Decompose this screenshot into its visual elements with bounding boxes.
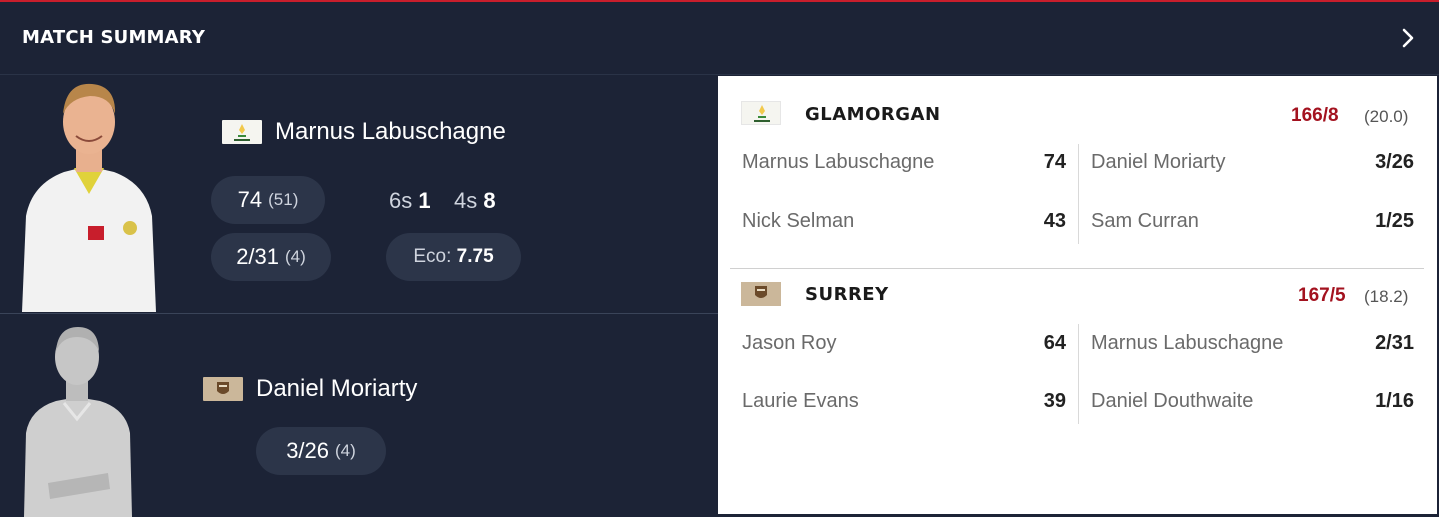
fours-value: 8 <box>483 188 496 213</box>
bowling-figures-pill: 3/26 (4) <box>256 427 386 475</box>
bowling-figures: 3/26 <box>286 438 330 463</box>
economy-value: 7.75 <box>456 246 494 267</box>
batter-runs: 39 <box>1043 390 1066 412</box>
player-divider <box>0 313 718 314</box>
glamorgan-flag-icon <box>222 120 262 144</box>
sixes-stat: 6s 1 <box>389 188 431 214</box>
batter-name[interactable]: Laurie Evans <box>742 390 859 413</box>
bowling-figures-pill: 2/31 (4) <box>211 233 331 281</box>
team-overs: (18.2) <box>1364 287 1409 306</box>
surrey-flag-icon <box>741 282 781 306</box>
team-score: 167/5 <box>1298 285 1346 306</box>
economy-pill: Eco: 7.75 <box>386 233 521 281</box>
batter-name[interactable]: Jason Roy <box>742 332 837 355</box>
bowling-overs: (4) <box>285 247 306 266</box>
header-title: MATCH SUMMARY <box>22 27 206 48</box>
match-summary-header[interactable]: MATCH SUMMARY <box>0 2 1439 75</box>
bowler-figures: 2/31 <box>1375 332 1414 354</box>
batter-runs: 64 <box>1043 332 1066 354</box>
player-photo <box>22 83 156 312</box>
bowler-name[interactable]: Daniel Douthwaite <box>1091 390 1253 413</box>
glamorgan-flag-icon <box>741 101 781 125</box>
sixes-label: 6s <box>389 188 413 213</box>
economy-label: Eco: <box>413 246 452 267</box>
bowler-name[interactable]: Daniel Moriarty <box>1091 151 1225 174</box>
team-name[interactable]: GLAMORGAN <box>805 104 941 125</box>
batting-runs: 74 <box>237 187 263 212</box>
batter-runs: 74 <box>1043 151 1066 173</box>
bowling-figures: 2/31 <box>236 244 280 269</box>
player-highlights-panel: Marnus Labuschagne 74 (51) 6s 1 4s 8 2/31… <box>0 76 718 517</box>
column-divider <box>1078 324 1079 424</box>
player-name[interactable]: Marnus Labuschagne <box>275 118 506 146</box>
team-name[interactable]: SURREY <box>805 284 889 305</box>
bowler-name[interactable]: Sam Curran <box>1091 210 1199 233</box>
surrey-flag-icon <box>203 377 243 401</box>
team-score: 166/8 <box>1291 105 1339 126</box>
bowler-figures: 1/16 <box>1375 390 1414 412</box>
player-name[interactable]: Daniel Moriarty <box>256 375 417 403</box>
player-silhouette <box>24 327 132 517</box>
fours-stat: 4s 8 <box>454 188 496 214</box>
bowler-figures: 3/26 <box>1375 151 1414 173</box>
bowling-overs: (4) <box>335 441 356 460</box>
scorecard-panel: GLAMORGAN 166/8 (20.0) Marnus Labuschagn… <box>718 76 1437 514</box>
batting-balls: (51) <box>268 190 299 209</box>
team-divider <box>730 268 1424 269</box>
fours-label: 4s <box>454 188 478 213</box>
batting-figures-pill: 74 (51) <box>211 176 325 224</box>
team-overs: (20.0) <box>1364 107 1409 126</box>
sixes-value: 1 <box>418 188 431 213</box>
bowler-name[interactable]: Marnus Labuschagne <box>1091 332 1283 355</box>
batter-name[interactable]: Nick Selman <box>742 210 854 233</box>
column-divider <box>1078 144 1079 244</box>
chevron-right-icon[interactable] <box>1396 24 1420 52</box>
bowler-figures: 1/25 <box>1375 210 1414 232</box>
batter-runs: 43 <box>1043 210 1066 232</box>
batter-name[interactable]: Marnus Labuschagne <box>742 151 934 174</box>
